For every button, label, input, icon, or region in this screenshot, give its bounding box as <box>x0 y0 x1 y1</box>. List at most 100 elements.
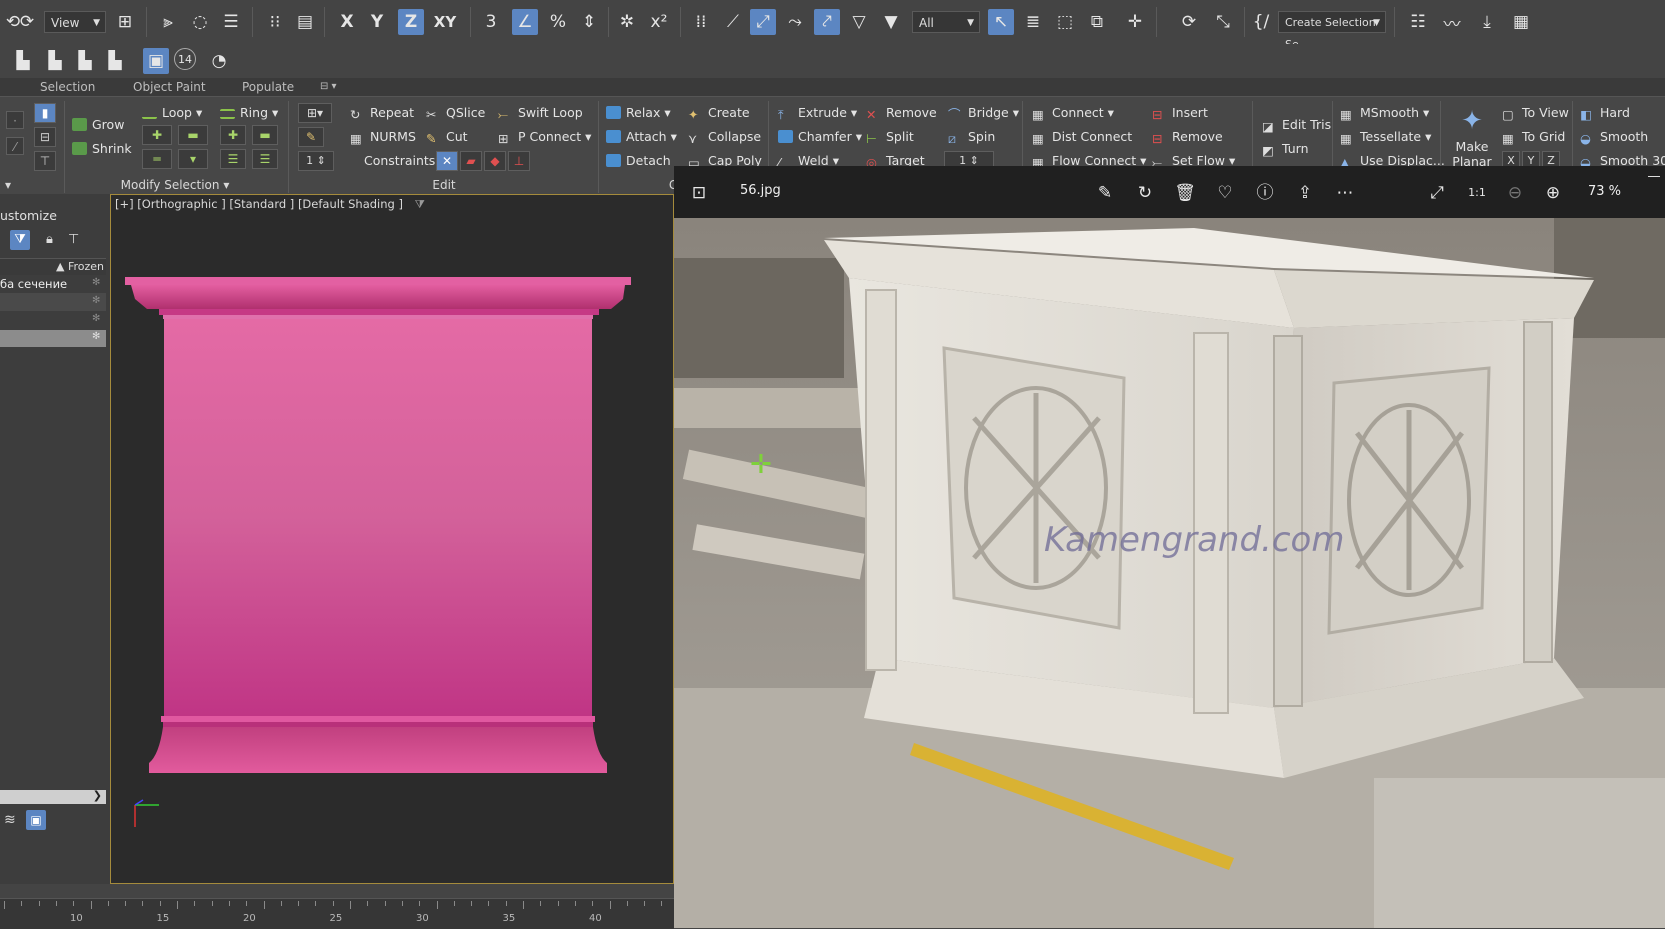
extrude-button[interactable]: ⤒ Extrude ▾ <box>778 103 857 123</box>
swift-loop-button[interactable]: ⤚ Swift Loop <box>498 103 583 123</box>
favorite-icon[interactable]: ♡ <box>1214 182 1236 204</box>
ring-button[interactable]: Ring ▾ <box>220 103 278 123</box>
axis-y-button[interactable]: Y <box>364 9 390 35</box>
mirror-icon[interactable]: ⫸ <box>155 9 181 35</box>
photo-content[interactable]: ✛ Kamengrand.com <box>674 218 1665 928</box>
fullscreen-icon[interactable]: ⤢ <box>1426 182 1448 204</box>
to-view-button[interactable]: ▢ To View <box>1502 103 1569 123</box>
edge-constraint-icon[interactable]: ⤢ <box>750 9 776 35</box>
bridge-button[interactable]: ⌒ Bridge ▾ <box>948 103 1019 123</box>
loop-button[interactable]: Loop ▾ <box>142 103 202 123</box>
hierarchy-icon[interactable]: ⊤ <box>68 232 79 247</box>
ribbon-tab-object-paint[interactable]: Object Paint <box>133 78 206 96</box>
layer-select-icon[interactable]: ▙ <box>72 48 98 74</box>
rotate-icon[interactable]: ⟳ <box>1176 9 1202 35</box>
smooth-button[interactable]: ◒ Smooth <box>1580 127 1648 147</box>
orthographic-viewport[interactable]: [+] [Orthographic ] [Standard ] [Default… <box>110 194 674 884</box>
cut-button[interactable]: ✎ Cut <box>426 127 468 147</box>
schematic-view-icon[interactable]: ⤓ <box>1474 9 1500 35</box>
delete-icon[interactable]: 🗑︎ <box>1174 182 1196 204</box>
weld-icon[interactable]: ⟋ <box>720 9 746 35</box>
detach-button[interactable]: Detach <box>606 151 671 171</box>
ring-grow-button[interactable]: ✚ <box>220 125 246 145</box>
selection-filter-dropdown[interactable]: All ▼ <box>912 11 980 33</box>
filter-icon[interactable]: ⧩ <box>10 230 30 250</box>
actual-size-icon[interactable]: 1:1 <box>1466 182 1488 204</box>
connect-button[interactable]: ▦ Connect ▾ <box>1032 103 1114 123</box>
create-button[interactable]: ✦ Create <box>688 103 750 123</box>
zoom-out-icon[interactable]: ⊖ <box>1504 182 1526 204</box>
clock-icon[interactable]: ◔ <box>206 48 232 74</box>
p-connect-button[interactable]: ⊞ P Connect ▾ <box>498 127 591 147</box>
tweak-spinner[interactable]: 1 ⇕ <box>298 151 334 171</box>
select-by-name-icon[interactable]: ✲ <box>614 9 640 35</box>
snap-count-badge[interactable]: 14 <box>174 48 196 70</box>
reference-coordinate-dropdown[interactable]: View ▼ <box>44 11 106 33</box>
preserve-uv-button[interactable]: ⊞▾ <box>298 103 332 123</box>
select-object-icon[interactable]: ↖ <box>988 9 1014 35</box>
attach-button[interactable]: Attach ▾ <box>606 127 677 147</box>
freeze-icon[interactable]: ✻ <box>92 277 100 288</box>
spinner-snap-icon[interactable]: ⇕ <box>576 9 602 35</box>
panel-collapse-icon[interactable]: ▾ <box>0 177 16 194</box>
layer-add-icon[interactable]: ▙ <box>42 48 68 74</box>
paint-select-icon[interactable]: ▼ <box>878 9 904 35</box>
display-mode-icon[interactable]: ▣ <box>26 810 46 830</box>
align-icon[interactable]: ◌ <box>187 9 213 35</box>
ring-select-button[interactable]: ☰ <box>220 149 246 169</box>
list-item[interactable]: ✻ <box>0 312 106 329</box>
material-editor-icon[interactable]: ▦ <box>1508 9 1534 35</box>
freeze-icon[interactable]: ✻ <box>92 295 100 306</box>
ribbon-tab-populate[interactable]: Populate <box>242 78 294 96</box>
modify-selection-panel-title[interactable]: Modify Selection ▾ <box>64 177 286 194</box>
make-planar-button[interactable]: Make Planar <box>1444 139 1500 169</box>
loop-grow-button[interactable]: ✚ <box>142 125 172 145</box>
list-item[interactable]: ✻ <box>0 294 106 311</box>
more-options-icon[interactable]: ⋯ <box>1334 182 1356 204</box>
angle-snap-icon[interactable]: ∠ <box>512 9 538 35</box>
tweak-button[interactable]: ✎ <box>298 127 324 147</box>
border-mode-icon[interactable]: ⊟ <box>34 127 56 147</box>
loop-shrink-button[interactable]: ▬ <box>178 125 208 145</box>
chamfer-button[interactable]: Chamfer ▾ <box>778 127 862 147</box>
layer-icon[interactable]: ▙ <box>10 48 36 74</box>
tessellate-button[interactable]: ▦ Tessellate ▾ <box>1340 127 1431 147</box>
grow-button[interactable]: Grow <box>72 115 124 135</box>
rect-selection-icon[interactable]: ⬚ <box>1052 9 1078 35</box>
nurms-button[interactable]: ▦ NURMS <box>350 127 416 147</box>
shrink-button[interactable]: Shrink <box>72 139 132 159</box>
face-constraint-icon[interactable]: ⤤ <box>814 9 840 35</box>
polygon-mode-icon[interactable]: ▮ <box>34 103 56 123</box>
freeze-icon[interactable]: ✻ <box>92 313 100 324</box>
zoom-in-icon[interactable]: ⊕ <box>1542 182 1564 204</box>
bind-space-warp-icon[interactable]: ⟳ <box>14 9 40 35</box>
qslice-button[interactable]: ✂ QSlice <box>426 103 485 123</box>
timeline-ruler[interactable]: 10 15 20 25 30 35 40 <box>0 898 674 929</box>
vertex-mode-icon[interactable]: · <box>6 111 24 129</box>
grid-snap-icon[interactable]: ⁝⁝ <box>262 9 288 35</box>
rotate-icon[interactable]: ↻ <box>1134 182 1156 204</box>
percent-snap-icon[interactable]: % <box>545 9 571 35</box>
scene-explorer-icon[interactable]: ☷ <box>1405 9 1431 35</box>
ribbon-tab-selection[interactable]: Selection <box>40 78 95 96</box>
axis-xy-button[interactable]: XY <box>432 9 458 35</box>
element-mode-icon[interactable]: ⊤ <box>34 151 56 171</box>
ruler-icon[interactable]: ▤ <box>292 9 318 35</box>
normal-constraint-icon[interactable]: ▽ <box>846 9 872 35</box>
edge-mode-icon[interactable]: ⁄ <box>6 137 24 155</box>
constraint-normal-button[interactable]: ⊥ <box>508 151 530 171</box>
split-button[interactable]: ⊢ Split <box>866 127 914 147</box>
ring-shrink-button[interactable]: ▬ <box>252 125 278 145</box>
dist-connect-button[interactable]: ▦ Dist Connect <box>1032 127 1132 147</box>
mirror-x-icon[interactable]: x² <box>646 9 672 35</box>
constraint-face-button[interactable]: ◆ <box>484 151 506 171</box>
snap-3d-icon[interactable]: 3 <box>478 9 504 35</box>
curly-brace-icon[interactable]: {/ <box>1248 9 1274 35</box>
edit-image-icon[interactable]: ✎ <box>1094 182 1116 204</box>
slide-icon[interactable]: ⤳ <box>782 9 808 35</box>
list-item-selected[interactable]: ✻ <box>0 330 106 347</box>
make-planar-icon[interactable]: ✦ <box>1444 101 1500 141</box>
curve-editor-icon[interactable]: 〰 <box>1439 9 1465 35</box>
axis-z-button[interactable]: Z <box>398 9 424 35</box>
horizontal-scrollbar[interactable]: ❯ <box>0 789 106 804</box>
